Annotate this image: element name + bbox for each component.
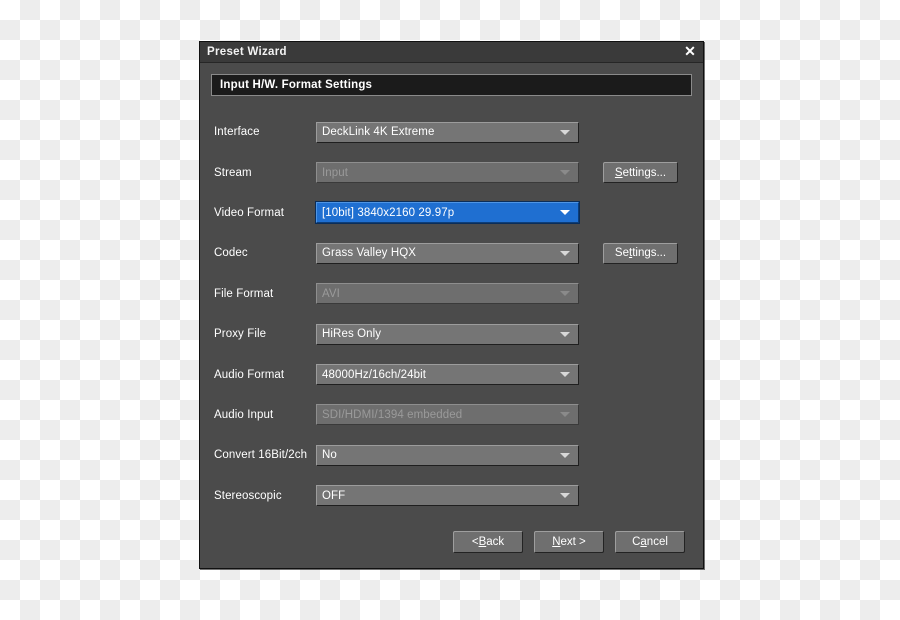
stream-settings-button[interactable]: Settings... — [603, 162, 678, 184]
label-codec: Codec — [214, 247, 248, 260]
codec-settings-button[interactable]: Se t tings... — [603, 242, 678, 264]
row-proxy-file: Proxy File HiRes Only — [211, 314, 692, 354]
label-stereoscopic: Stereoscopic — [214, 489, 282, 502]
next-label: ext > — [560, 536, 586, 548]
chevron-down-icon — [560, 170, 570, 176]
combo-audio-input: SDI/HDMI/1394 embedded — [316, 404, 579, 426]
chevron-down-icon — [560, 452, 570, 458]
cancel-prefix: C — [632, 536, 641, 548]
label-audio-format: Audio Format — [214, 368, 285, 381]
combo-stereoscopic-value: OFF — [322, 489, 346, 502]
stream-settings-label: ettings... — [622, 166, 667, 179]
row-convert-16bit-2ch: Convert 16Bit/2ch No — [211, 435, 692, 475]
row-video-format: Video Format [10bit] 3840x2160 29.97p — [211, 193, 692, 233]
row-audio-input: Audio Input SDI/HDMI/1394 embedded — [211, 395, 692, 435]
chevron-down-icon — [560, 372, 570, 378]
section-header-label: Input H/W. Format Settings — [220, 79, 373, 91]
settings-form: Interface DeckLink 4K Extreme Stream Inp… — [211, 112, 692, 516]
combo-file-format: AVI — [316, 283, 579, 305]
combo-codec-value: Grass Valley HQX — [322, 247, 417, 260]
preset-wizard-dialog: Preset Wizard ✕ Input H/W. Format Settin… — [199, 41, 704, 569]
row-stream: Stream Input Settings... — [211, 152, 692, 192]
dialog-title: Preset Wizard — [207, 46, 287, 58]
chevron-down-icon — [560, 210, 570, 216]
label-convert-16bit-2ch: Convert 16Bit/2ch — [214, 449, 308, 462]
codec-settings-prefix: Se — [614, 247, 629, 260]
label-interface: Interface — [214, 126, 260, 139]
combo-proxy-file[interactable]: HiRes Only — [316, 323, 579, 345]
combo-convert-16bit-2ch-value: No — [322, 449, 337, 462]
combo-codec[interactable]: Grass Valley HQX — [316, 242, 579, 264]
chevron-down-icon — [560, 250, 570, 256]
section-header: Input H/W. Format Settings — [211, 74, 692, 96]
chevron-down-icon — [560, 291, 570, 297]
chevron-down-icon — [560, 412, 570, 418]
combo-stereoscopic[interactable]: OFF — [316, 485, 579, 507]
combo-convert-16bit-2ch[interactable]: No — [316, 444, 579, 466]
next-mnemonic: N — [552, 536, 561, 548]
combo-audio-format[interactable]: 48000Hz/16ch/24bit — [316, 364, 579, 386]
label-file-format: File Format — [214, 287, 274, 300]
next-button[interactable]: Next > — [534, 531, 604, 553]
cancel-label: ncel — [646, 536, 668, 548]
chevron-down-icon — [560, 331, 570, 337]
row-file-format: File Format AVI — [211, 274, 692, 314]
chevron-down-icon — [560, 129, 570, 135]
label-audio-input: Audio Input — [214, 408, 274, 421]
dialog-footer: < Back Next > Ca ncel — [200, 516, 703, 568]
combo-file-format-value: AVI — [322, 287, 340, 300]
combo-interface-value: DeckLink 4K Extreme — [322, 126, 435, 139]
row-stereoscopic: Stereoscopic OFF — [211, 476, 692, 516]
combo-video-format[interactable]: [10bit] 3840x2160 29.97p — [315, 201, 580, 225]
back-prefix: < — [471, 536, 479, 548]
stream-settings-mnemonic: S — [614, 166, 623, 179]
dialog-titlebar: Preset Wizard ✕ — [200, 42, 703, 63]
cancel-button[interactable]: Ca ncel — [615, 531, 685, 553]
combo-stream: Input — [316, 162, 579, 184]
chevron-down-icon — [560, 493, 570, 499]
back-label: ack — [486, 536, 505, 548]
codec-settings-label: tings... — [632, 247, 667, 260]
combo-stream-value: Input — [322, 166, 349, 179]
label-proxy-file: Proxy File — [214, 328, 267, 341]
close-icon[interactable]: ✕ — [681, 43, 699, 61]
row-codec: Codec Grass Valley HQX Se t tings... — [211, 233, 692, 273]
combo-video-format-value: [10bit] 3840x2160 29.97p — [322, 206, 455, 219]
back-mnemonic: B — [478, 536, 487, 548]
dialog-body: Input H/W. Format Settings Interface Dec… — [200, 63, 703, 516]
combo-audio-input-value: SDI/HDMI/1394 embedded — [322, 408, 463, 421]
row-interface: Interface DeckLink 4K Extreme — [211, 112, 692, 152]
combo-proxy-file-value: HiRes Only — [322, 328, 382, 341]
combo-interface[interactable]: DeckLink 4K Extreme — [316, 121, 579, 143]
label-video-format: Video Format — [214, 206, 285, 219]
label-stream: Stream — [214, 166, 252, 179]
back-button[interactable]: < Back — [453, 531, 523, 553]
row-audio-format: Audio Format 48000Hz/16ch/24bit — [211, 354, 692, 394]
combo-audio-format-value: 48000Hz/16ch/24bit — [322, 368, 427, 381]
